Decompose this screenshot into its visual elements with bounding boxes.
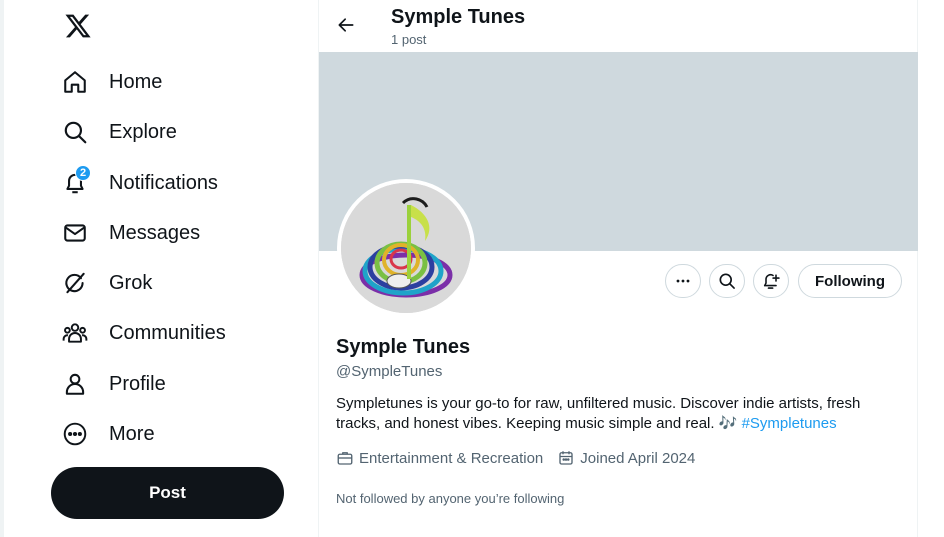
- app-window: Home Explore 2 Notifications Messages Gr…: [0, 0, 944, 537]
- nav-label-notifications: Notifications: [109, 171, 218, 194]
- people-icon: [60, 318, 90, 348]
- following-button[interactable]: Following: [798, 264, 902, 298]
- search-profile-button[interactable]: [709, 264, 745, 298]
- profile-header: Symple Tunes 1 post: [319, 0, 919, 52]
- home-icon: [60, 67, 90, 97]
- profile-meta: Entertainment & Recreation Joined April …: [336, 448, 709, 468]
- notify-button[interactable]: [753, 264, 789, 298]
- nav-item-communities[interactable]: Communities: [60, 311, 226, 355]
- search-icon: [719, 273, 735, 289]
- profile-column: Symple Tunes 1 post Following Symple Tun…: [318, 0, 918, 537]
- nav-item-grok[interactable]: Grok: [60, 261, 152, 305]
- nav-item-notifications[interactable]: 2 Notifications: [60, 161, 218, 205]
- profile-bio: Sympletunes is your go-to for raw, unfil…: [336, 394, 906, 434]
- header-post-count: 1 post: [391, 32, 427, 47]
- bio-hashtag-link[interactable]: #Sympletunes: [742, 415, 837, 432]
- ellipsis-icon: [676, 279, 690, 283]
- more-circle-icon: [60, 419, 90, 449]
- music-notes-icon: 🎶: [718, 415, 738, 432]
- nav-label-home: Home: [109, 70, 163, 93]
- bell-icon: 2: [60, 165, 91, 198]
- joined-label: Joined April 2024: [580, 449, 696, 467]
- post-button[interactable]: Post: [51, 467, 284, 519]
- back-arrow-icon[interactable]: [333, 11, 359, 39]
- sidebar: Home Explore 2 Notifications Messages Gr…: [4, 0, 318, 537]
- avatar-image: [341, 183, 471, 313]
- search-icon: [60, 117, 90, 147]
- person-icon: [60, 369, 90, 399]
- nav-item-explore[interactable]: Explore: [60, 110, 177, 154]
- profile-handle: @SympleTunes: [336, 363, 443, 380]
- nav-item-home[interactable]: Home: [60, 60, 162, 104]
- nav-item-profile[interactable]: Profile: [60, 362, 166, 406]
- nav-label-more: More: [109, 422, 155, 445]
- nav-label-communities: Communities: [109, 321, 226, 344]
- nav-item-messages[interactable]: Messages: [60, 211, 200, 255]
- nav-label-messages: Messages: [109, 221, 201, 244]
- nav-label-explore: Explore: [109, 120, 177, 143]
- envelope-icon: [60, 218, 90, 248]
- category-label: Entertainment & Recreation: [359, 449, 544, 467]
- avatar[interactable]: [337, 179, 475, 317]
- bell-plus-icon: [763, 274, 780, 289]
- profile-name: Symple Tunes: [336, 336, 471, 358]
- grok-icon: [60, 268, 90, 298]
- nav-label-grok: Grok: [109, 271, 153, 294]
- nav-item-more[interactable]: More: [60, 412, 155, 456]
- followers-you-know-note: Not followed by anyone you’re following: [336, 491, 565, 506]
- notification-badge: 2: [75, 165, 91, 181]
- briefcase-icon: [337, 452, 353, 465]
- x-logo-icon[interactable]: [62, 10, 94, 42]
- category-item: Entertainment & Recreation: [336, 449, 543, 467]
- more-options-button[interactable]: [665, 264, 701, 298]
- calendar-icon: [559, 451, 573, 465]
- nav-label-profile: Profile: [109, 372, 166, 395]
- header-title: Symple Tunes: [391, 6, 526, 28]
- joined-item: Joined April 2024: [557, 449, 695, 467]
